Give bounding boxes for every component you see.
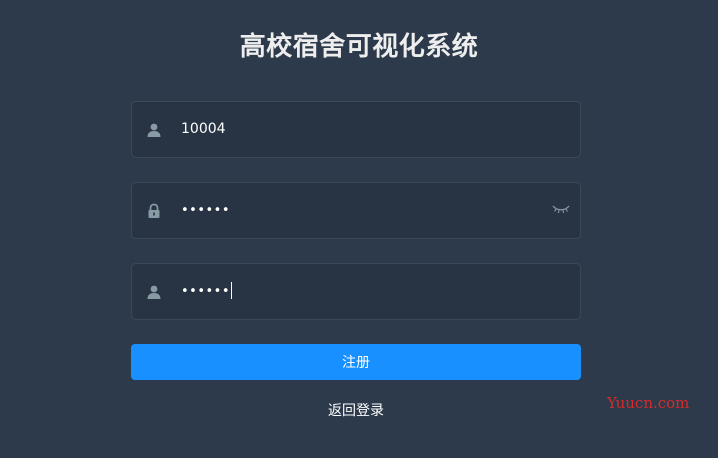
confirm-password-text: •••••• (181, 284, 231, 299)
register-page: 高校宿舍可视化系统 10004 •••••• •••••• 注册 返回登录 Yu… (0, 0, 718, 458)
user-icon (146, 122, 162, 138)
watermark: Yuucn.com (607, 394, 690, 412)
register-form: 10004 •••••• •••••• 注册 返回登录 (131, 101, 581, 420)
lock-icon (146, 203, 162, 219)
back-to-login-link[interactable]: 返回登录 (131, 400, 581, 420)
register-button[interactable]: 注册 (131, 344, 581, 380)
user-icon (146, 284, 162, 300)
username-value: 10004 (181, 121, 226, 137)
password-field[interactable]: •••••• (131, 182, 581, 239)
confirm-password-value: •••••• (181, 264, 233, 319)
confirm-password-field[interactable]: •••••• (131, 263, 581, 320)
password-value: •••••• (181, 203, 231, 218)
eye-closed-icon[interactable] (552, 200, 570, 214)
page-title: 高校宿舍可视化系统 (239, 32, 479, 62)
username-field[interactable]: 10004 (131, 101, 581, 158)
text-caret (231, 282, 233, 299)
